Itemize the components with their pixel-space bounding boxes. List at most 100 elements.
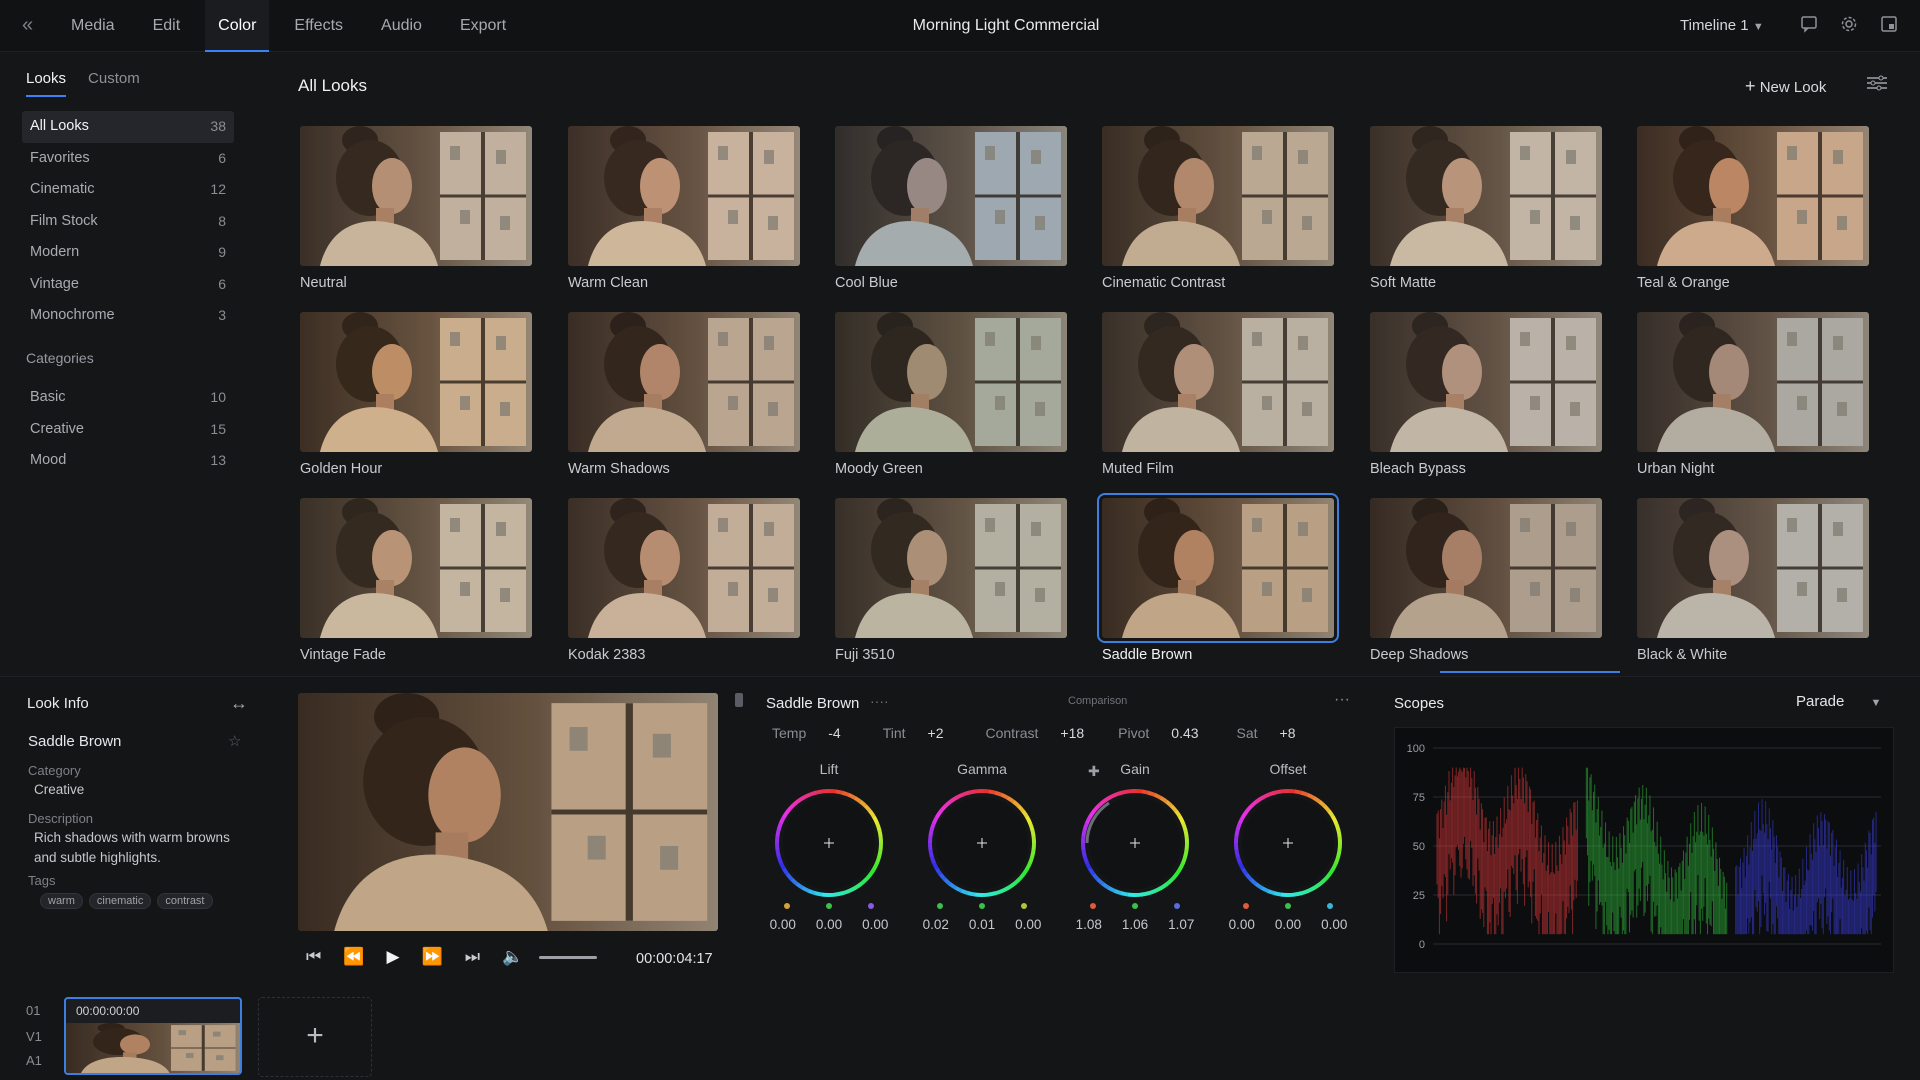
parade-graph: 100 75 50 25 0 bbox=[1407, 743, 1881, 951]
chevron-down-icon: ▼ bbox=[1752, 21, 1764, 33]
color-wheel-offset[interactable]: Offset 0.00 0.00 0.00 bbox=[1213, 761, 1363, 932]
param-label: Sat bbox=[1236, 725, 1258, 741]
sidebar-item-count: 6 bbox=[218, 275, 226, 292]
wheel-value[interactable]: 0.02 bbox=[923, 917, 949, 932]
channel-dot bbox=[1327, 903, 1333, 909]
look-card[interactable]: Cool Blue bbox=[835, 126, 1067, 293]
sidebar-item-favorites[interactable]: Favorites 6 bbox=[22, 143, 234, 175]
wheel-value[interactable]: 1.06 bbox=[1122, 917, 1148, 932]
settings-gear-icon[interactable] bbox=[1838, 15, 1860, 37]
look-card[interactable]: Bleach Bypass bbox=[1370, 312, 1602, 479]
sidebar-item-vintage[interactable]: Vintage 6 bbox=[22, 269, 234, 301]
tag-chip[interactable]: contrast bbox=[157, 893, 213, 909]
plus-icon: + bbox=[306, 1019, 324, 1052]
color-wheel-gamma[interactable]: Gamma 0.02 0.01 0.00 bbox=[907, 761, 1057, 932]
color-wheel-lift[interactable]: Lift 0.00 0.00 0.00 bbox=[754, 761, 904, 932]
wheel-ring[interactable] bbox=[1232, 787, 1344, 899]
comment-icon[interactable] bbox=[1798, 15, 1820, 37]
wheel-value[interactable]: 0.00 bbox=[1275, 917, 1301, 932]
look-thumbnail bbox=[1370, 498, 1602, 638]
preview-viewer[interactable] bbox=[298, 693, 718, 931]
param-value[interactable]: -4 bbox=[828, 725, 840, 741]
look-thumbnail bbox=[1370, 312, 1602, 452]
look-thumbnail bbox=[1637, 498, 1869, 638]
wheel-channel-dots bbox=[1060, 903, 1210, 909]
look-card[interactable]: Urban Night bbox=[1637, 312, 1869, 479]
more-dots-icon[interactable]: ···· bbox=[870, 693, 889, 709]
sidebar-item-creative[interactable]: Creative 15 bbox=[22, 414, 234, 446]
channel-dot bbox=[1132, 903, 1138, 909]
wheel-value[interactable]: 1.07 bbox=[1168, 917, 1194, 932]
skip-to-end-icon[interactable]: ⏭ bbox=[465, 947, 480, 967]
wheel-value[interactable]: 1.08 bbox=[1076, 917, 1102, 932]
look-card[interactable]: Moody Green bbox=[835, 312, 1067, 479]
look-card[interactable]: Soft Matte bbox=[1370, 126, 1602, 293]
wheel-ring[interactable] bbox=[1079, 787, 1191, 899]
look-card[interactable]: Teal & Orange bbox=[1637, 126, 1869, 293]
sidebar-item-label: Mood bbox=[30, 452, 67, 468]
sidebar-item-mood[interactable]: Mood 13 bbox=[22, 445, 234, 477]
sidebar-item-cinematic[interactable]: Cinematic 12 bbox=[22, 174, 234, 206]
look-card[interactable]: Cinematic Contrast bbox=[1102, 126, 1334, 293]
scopes-panel: Scopes Parade ▼ 100 75 50 25 0 bbox=[1394, 677, 1904, 1007]
step-back-icon[interactable]: ⏪ bbox=[343, 947, 364, 967]
tag-chip[interactable]: warm bbox=[40, 893, 83, 909]
look-card[interactable]: Neutral bbox=[300, 126, 532, 293]
play-icon[interactable]: ▶ bbox=[386, 947, 399, 967]
look-card[interactable]: Warm Shadows bbox=[568, 312, 800, 479]
look-card[interactable]: Muted Film bbox=[1102, 312, 1334, 479]
sidebar-item-monochrome[interactable]: Monochrome 3 bbox=[22, 300, 234, 332]
window-icon[interactable] bbox=[1878, 15, 1900, 37]
more-options-icon[interactable]: ··· bbox=[1334, 691, 1350, 709]
scope-mode-dropdown[interactable]: Parade ▼ bbox=[1796, 693, 1881, 710]
wheel-value[interactable]: 0.00 bbox=[1015, 917, 1041, 932]
volume-icon[interactable]: 🔈 bbox=[502, 947, 523, 967]
wheel-value[interactable]: 0.00 bbox=[1229, 917, 1255, 932]
timeline-clip[interactable]: 00:00:00:00 bbox=[64, 997, 242, 1075]
tag-chip[interactable]: cinematic bbox=[88, 893, 152, 909]
look-card[interactable]: Deep Shadows bbox=[1370, 498, 1602, 665]
wheel-value[interactable]: 0.00 bbox=[770, 917, 796, 932]
param-value[interactable]: +8 bbox=[1280, 725, 1296, 741]
sidebar-item-count: 38 bbox=[210, 118, 226, 134]
tab-looks[interactable]: Looks bbox=[26, 70, 67, 97]
volume-slider[interactable] bbox=[539, 955, 598, 959]
add-clip-button[interactable]: + bbox=[258, 997, 372, 1077]
sidebar-item-count: 3 bbox=[218, 307, 226, 323]
wheel-label: Gain bbox=[1120, 761, 1150, 777]
param-value[interactable]: 0.43 bbox=[1171, 725, 1198, 741]
channel-dot bbox=[979, 903, 985, 909]
sidebar-item-basic[interactable]: Basic 10 bbox=[22, 382, 234, 414]
wheel-value[interactable]: 0.00 bbox=[862, 917, 888, 932]
expand-icon[interactable]: ↔ bbox=[230, 693, 248, 714]
param-value[interactable]: +18 bbox=[1060, 725, 1084, 741]
skip-to-start-icon[interactable]: ⏮ bbox=[306, 947, 321, 967]
star-icon[interactable]: ☆ bbox=[228, 732, 241, 750]
look-card[interactable]: Kodak 2383 bbox=[568, 498, 800, 665]
look-name-label: Deep Shadows bbox=[1370, 647, 1469, 663]
sidebar-item-film-stock[interactable]: Film Stock 8 bbox=[22, 206, 234, 238]
wheel-value[interactable]: 0.01 bbox=[969, 917, 995, 932]
color-wheel-gain[interactable]: Gain 1.08 1.06 1.07 bbox=[1060, 761, 1210, 932]
look-card[interactable]: Vintage Fade bbox=[300, 498, 532, 665]
sidebar-item-all-looks[interactable]: All Looks 38 bbox=[22, 111, 234, 143]
audio-track-label: A1 bbox=[26, 1053, 42, 1068]
wheel-ring[interactable] bbox=[926, 787, 1038, 899]
look-card[interactable]: Warm Clean bbox=[568, 126, 800, 293]
look-card[interactable]: Fuji 3510 bbox=[835, 498, 1067, 665]
timeline-dropdown[interactable]: Timeline 1 ▼ bbox=[1680, 0, 1764, 53]
new-look-button[interactable]: + New Look bbox=[1745, 76, 1826, 97]
viewer-scrollbar[interactable] bbox=[735, 693, 743, 707]
list-view-icon[interactable] bbox=[1865, 74, 1889, 97]
tab-custom[interactable]: Custom bbox=[88, 70, 140, 97]
look-card[interactable]: Black & White bbox=[1637, 498, 1869, 665]
look-card[interactable]: Golden Hour bbox=[300, 312, 532, 479]
channel-dot bbox=[1090, 903, 1096, 909]
wheel-ring[interactable] bbox=[773, 787, 885, 899]
wheel-value[interactable]: 0.00 bbox=[816, 917, 842, 932]
look-card[interactable]: Saddle Brown bbox=[1097, 493, 1339, 665]
sidebar-item-modern[interactable]: Modern 9 bbox=[22, 237, 234, 269]
wheel-value[interactable]: 0.00 bbox=[1321, 917, 1347, 932]
fast-forward-icon[interactable]: ⏩ bbox=[422, 947, 443, 967]
param-value[interactable]: +2 bbox=[928, 725, 944, 741]
